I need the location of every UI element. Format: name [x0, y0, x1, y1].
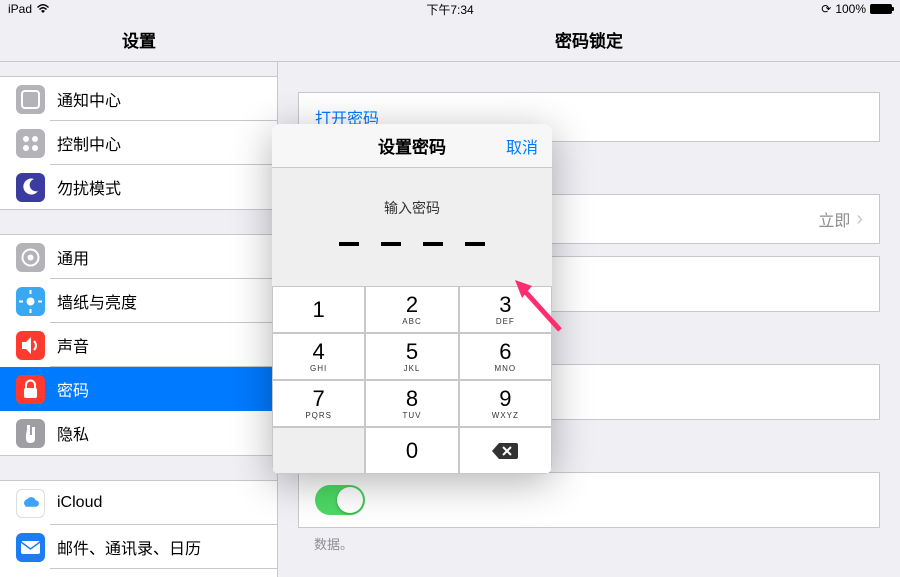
sidebar-item-label: 勿扰模式	[57, 175, 121, 199]
key-number: 8	[406, 388, 418, 410]
moon-icon	[16, 173, 45, 202]
pin-dash	[381, 242, 401, 246]
sidebar-item-label: 隐私	[57, 421, 89, 445]
mail-icon	[16, 533, 45, 562]
settings-sidebar: 通知中心控制中心勿扰模式通用墙纸与亮度声音密码隐私 iCloud 邮件、通讯录、日历…	[0, 62, 278, 577]
notif-icon	[16, 85, 45, 114]
key-letters: MNO	[494, 364, 516, 373]
chevron-right-icon: ›	[856, 208, 863, 231]
keypad-key-0[interactable]: 0	[365, 427, 458, 474]
key-number: 9	[499, 388, 511, 410]
brightness-icon	[16, 287, 45, 316]
sidebar-item-dnd[interactable]: 勿扰模式	[0, 165, 277, 209]
keypad-key-6[interactable]: 6MNO	[459, 333, 552, 380]
status-bar: iPad 下午7:34 ⟳ 100%	[0, 0, 900, 18]
hand-icon	[16, 419, 45, 448]
sidebar-item-sounds[interactable]: 声音	[0, 323, 277, 367]
enter-passcode-prompt: 输入密码	[272, 198, 552, 218]
detail-title: 密码锁定	[278, 18, 900, 61]
key-number: 0	[406, 440, 418, 462]
cloud-icon	[16, 489, 45, 518]
cancel-button[interactable]: 取消	[506, 134, 538, 158]
sidebar-item-passcode[interactable]: 密码	[0, 367, 277, 411]
wifi-icon	[36, 4, 50, 14]
sidebar-item-label: 墙纸与亮度	[57, 289, 137, 313]
battery-percent: 100%	[835, 2, 866, 16]
sidebar-item-label: 密码	[57, 377, 89, 401]
keypad-key-3[interactable]: 3DEF	[459, 286, 552, 333]
require-value: 立即	[818, 207, 850, 231]
key-number: 5	[406, 341, 418, 363]
backspace-icon	[492, 442, 518, 460]
sidebar-item-icloud[interactable]: iCloud	[0, 481, 277, 525]
keypad-empty	[272, 427, 365, 474]
sidebar-item-label: 邮件、通讯录、日历	[57, 535, 201, 559]
keypad-key-9[interactable]: 9WXYZ	[459, 380, 552, 427]
device-label: iPad	[8, 2, 32, 16]
keypad-key-4[interactable]: 4GHI	[272, 333, 365, 380]
sidebar-item-label: iCloud	[57, 494, 102, 512]
key-number: 3	[499, 294, 511, 316]
pin-dash	[423, 242, 443, 246]
sidebar-item-control-center[interactable]: 控制中心	[0, 121, 277, 165]
toggle-switch[interactable]	[315, 485, 365, 515]
toggle-row-3[interactable]	[298, 472, 880, 528]
key-letters: TUV	[402, 411, 421, 420]
sidebar-item-privacy[interactable]: 隐私	[0, 411, 277, 455]
key-letters: JKL	[404, 364, 421, 373]
key-letters: GHI	[310, 364, 327, 373]
sidebar-item-label: 通用	[57, 245, 89, 269]
sidebar-item-mail[interactable]: 邮件、通讯录、日历	[0, 525, 277, 569]
keypad-key-5[interactable]: 5JKL	[365, 333, 458, 380]
pin-dash	[339, 242, 359, 246]
keypad-delete-button[interactable]	[459, 427, 552, 474]
pin-dash	[465, 242, 485, 246]
key-letters: PQRS	[305, 411, 332, 420]
keypad-key-7[interactable]: 7PQRS	[272, 380, 365, 427]
sidebar-item-notification-center[interactable]: 通知中心	[0, 77, 277, 121]
key-number: 2	[406, 294, 418, 316]
key-letters: ABC	[402, 317, 421, 326]
keypad-key-1[interactable]: 1	[272, 286, 365, 333]
lock-icon	[16, 375, 45, 404]
keypad-key-8[interactable]: 8TUV	[365, 380, 458, 427]
key-letters: WXYZ	[492, 411, 519, 420]
key-number: 4	[313, 341, 325, 363]
numeric-keypad: 12ABC3DEF4GHI5JKL6MNO7PQRS8TUV9WXYZ0	[272, 286, 552, 474]
sidebar-item-notes[interactable]: 备忘录	[0, 569, 277, 577]
sidebar-item-wallpaper[interactable]: 墙纸与亮度	[0, 279, 277, 323]
set-passcode-modal: 设置密码 取消 输入密码 12ABC3DEF4GHI5JKL6MNO7PQRS8…	[272, 124, 552, 474]
pin-entry	[272, 242, 552, 246]
control-icon	[16, 129, 45, 158]
sidebar-item-label: 通知中心	[57, 87, 121, 111]
status-time: 下午7:34	[303, 1, 598, 18]
gear-icon	[16, 243, 45, 272]
battery-icon	[870, 4, 892, 14]
sidebar-item-general[interactable]: 通用	[0, 235, 277, 279]
sound-icon	[16, 331, 45, 360]
key-letters: DEF	[496, 317, 515, 326]
sidebar-item-label: 控制中心	[57, 131, 121, 155]
key-number: 1	[313, 299, 325, 321]
data-caption: 数据。	[298, 528, 880, 559]
key-number: 7	[313, 388, 325, 410]
key-number: 6	[499, 341, 511, 363]
settings-title: 设置	[0, 18, 278, 61]
orientation-lock-icon: ⟳	[821, 2, 831, 16]
sidebar-item-label: 声音	[57, 333, 89, 357]
title-bar: 设置 密码锁定	[0, 18, 900, 62]
keypad-key-2[interactable]: 2ABC	[365, 286, 458, 333]
